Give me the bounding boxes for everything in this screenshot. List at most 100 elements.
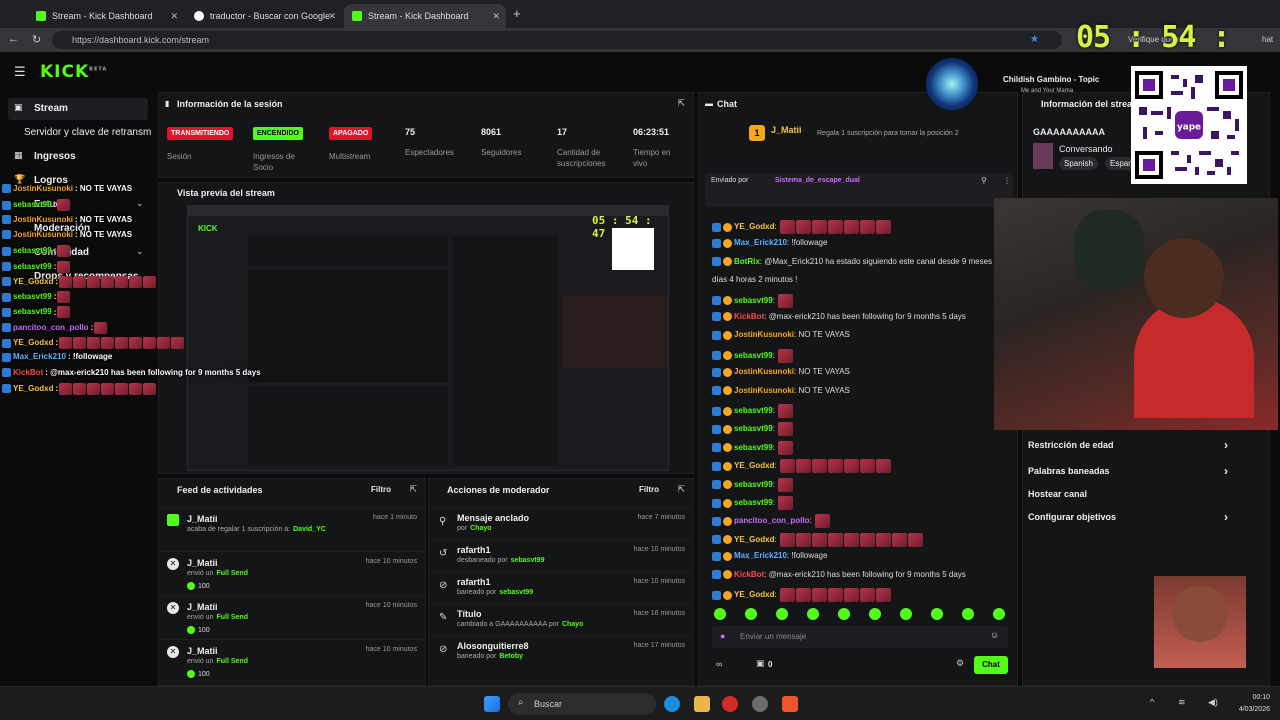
expand-icon[interactable]: ⇱ (409, 484, 417, 495)
mic-icon[interactable]: ● (720, 631, 725, 641)
emote-picker-icon[interactable] (745, 608, 757, 620)
new-tab-icon[interactable]: + (513, 6, 521, 21)
gift-icon[interactable]: ▣ (756, 658, 765, 669)
emote-picker-icon[interactable] (714, 608, 726, 620)
emote-picker-icon[interactable] (776, 608, 788, 620)
chat-username[interactable]: BotRix (734, 257, 760, 266)
chat-username[interactable]: sebasvt99 (734, 425, 773, 434)
chat-username[interactable]: YE_Godxd (734, 535, 774, 544)
emote-picker-icon[interactable] (993, 608, 1005, 620)
emote-picker-icon[interactable] (931, 608, 943, 620)
taskbar-date[interactable]: 4/03/2026 (1222, 706, 1270, 713)
chat-message[interactable]: sebasvt99: (712, 404, 794, 418)
browser-tab[interactable]: Stream - Kick Dashboard ✕ (28, 4, 184, 28)
top-gifter-name[interactable]: J_Matii (771, 125, 802, 135)
bookmark-star-icon[interactable]: ★ (1030, 34, 1039, 45)
mod-action-item[interactable]: ⊘ Alosonguitierre8 baneado por Betoby hace 1… (429, 635, 693, 667)
chat-username[interactable]: JostinKusunoki (734, 330, 794, 339)
taskbar-search[interactable]: ⌕ Buscar (508, 693, 656, 715)
sidebar-item-label[interactable]: Stream (34, 103, 68, 114)
chat-message[interactable]: KickBot: @max-erick210 has been followin… (712, 570, 966, 579)
mod-action-item[interactable]: ⊘ rafarth1 baneado por sebasvt99 hace 10 min… (429, 571, 693, 603)
expand-icon[interactable]: ⇱ (677, 484, 685, 495)
chat-username[interactable]: sebasvt99 (734, 351, 773, 360)
expand-icon[interactable]: ⇱ (677, 98, 685, 109)
more-icon[interactable]: ⋮ (1003, 176, 1011, 185)
chat-username[interactable]: YE_Godxd (734, 590, 774, 599)
emote-picker-icon[interactable] (962, 608, 974, 620)
settings-icon[interactable]: ⚙ (956, 658, 964, 669)
wifi-icon[interactable]: ≋ (1178, 697, 1186, 708)
emote-picker-icon[interactable] (900, 608, 912, 620)
opera-icon[interactable] (722, 696, 738, 712)
chat-username[interactable]: Max_Erick210 (734, 238, 787, 247)
chat-username[interactable]: JostinKusunoki (734, 367, 794, 376)
emote-picker-icon[interactable] (838, 608, 850, 620)
mod-action-item[interactable]: ⚲ Mensaje anclado por Chayo hace 7 minutos (429, 507, 693, 539)
url-field[interactable]: https://dashboard.kick.com/stream (52, 31, 1062, 49)
sidebar-item-stream[interactable] (8, 98, 148, 120)
activity-item[interactable]: ✕ J_Matii envió un Full Send 100 hace 10 minu… (159, 639, 425, 683)
chat-username[interactable]: KickBot (734, 570, 764, 579)
chat-message[interactable]: sebasvt99: (712, 440, 794, 455)
chat-username[interactable]: Max_Erick210 (734, 551, 787, 560)
chat-input[interactable]: ● Enviar un mensaje ☺ (712, 626, 1008, 648)
emoji-icon[interactable]: ☺ (990, 630, 999, 640)
chat-username[interactable]: YE_Godxd (734, 461, 774, 470)
gift-prompt[interactable]: Regala 1 suscripción para tomar la posic… (817, 130, 959, 137)
close-icon[interactable]: ✕ (170, 11, 178, 22)
browser-tab[interactable]: traductor - Buscar con Google ✕ (186, 4, 342, 28)
edge-icon[interactable] (664, 696, 680, 712)
chat-username[interactable]: sebasvt99 (734, 443, 773, 452)
chat-message[interactable]: YE_Godxd: (712, 588, 891, 602)
brave-icon[interactable] (782, 696, 798, 712)
sidebar-item-server-key[interactable]: Servidor y clave de retransm (24, 127, 151, 138)
chat-message[interactable]: BotRix: @Max_Erick210 ha estado siguiend… (712, 257, 992, 267)
activity-item[interactable]: ✕ J_Matii envió un Full Send 100 hace 10 minu… (159, 595, 425, 639)
chat-username[interactable]: sebasvt99 (734, 296, 773, 305)
sidebar-item-ingresos[interactable]: Ingresos (34, 151, 76, 162)
file-explorer-icon[interactable] (694, 696, 710, 712)
emote-picker-icon[interactable] (807, 608, 819, 620)
filter-button[interactable]: Filtro (371, 485, 391, 494)
stream-preview-video[interactable]: KICK 05 : 54 : 47 (187, 205, 669, 471)
chat-message[interactable]: JostinKusunoki: NO TE VAYAS (712, 330, 850, 340)
pinned-message[interactable]: Enviado por Sistema_de_escape_dual ⚲ ⋮ (705, 173, 1013, 207)
chat-message[interactable]: YE_Godxd: (712, 220, 891, 234)
settings-menu-item[interactable]: Hostear canal (1028, 489, 1228, 499)
settings-menu-item[interactable]: Palabras baneadas › (1028, 464, 1228, 478)
chat-message[interactable]: JostinKusunoki: NO TE VAYAS (712, 367, 850, 377)
chat-username[interactable]: sebasvt99 (734, 498, 773, 507)
chat-message[interactable]: sebasvt99: (712, 422, 794, 437)
chat-message[interactable]: días 4 horas 2 minutos ! (712, 275, 797, 284)
chat-username[interactable]: KickBot (734, 312, 764, 321)
chat-message[interactable]: sebasvt99: (712, 477, 794, 492)
activity-item[interactable]: J_Matii acaba de regalar 1 suscripción a:… (159, 507, 425, 551)
back-icon[interactable]: ← (8, 33, 19, 45)
mod-action-item[interactable]: ✎ Título cambiado a GAAAAAAAAAA por Chayo ha… (429, 603, 693, 635)
chevron-down-icon[interactable]: ⌄ (136, 246, 144, 257)
hamburger-menu-icon[interactable]: ☰ (14, 64, 26, 80)
chat-message[interactable]: sebasvt99: (712, 496, 794, 510)
chat-message[interactable]: Max_Erick210: !followage (712, 238, 827, 248)
chat-message[interactable]: sebasvt99: (712, 293, 794, 308)
chat-message[interactable]: JostinKusunoki: NO TE VAYAS (712, 386, 850, 395)
chat-message[interactable]: sebasvt99: (712, 348, 794, 363)
volume-icon[interactable]: ◀) (1208, 697, 1218, 708)
chevron-down-icon[interactable]: ⌄ (136, 198, 144, 209)
chat-username[interactable]: JostinKusunoki (734, 386, 794, 395)
chat-username[interactable]: pancitoo_con_pollo (734, 517, 810, 526)
browser-tab-active[interactable]: Stream - Kick Dashboard ✕ (344, 4, 506, 28)
mod-action-item[interactable]: ↺ rafarth1 desbaneado por sebasvt99 hace 10 … (429, 539, 693, 571)
send-chat-button[interactable]: Chat (974, 656, 1008, 674)
tray-chevron-icon[interactable]: ^ (1150, 697, 1154, 707)
chat-username[interactable]: YE_Godxd (734, 222, 774, 231)
close-icon[interactable]: ✕ (492, 11, 500, 22)
chat-message[interactable]: pancitoo_con_pollo: (712, 514, 831, 529)
taskbar-time[interactable]: 00:10 (1232, 694, 1270, 701)
filter-button[interactable]: Filtro (639, 485, 659, 494)
chat-username[interactable]: sebasvt99 (734, 406, 773, 415)
settings-menu-item[interactable]: Configurar objetivos › (1028, 510, 1228, 524)
chat-username[interactable]: sebasvt99 (734, 480, 773, 489)
activity-item[interactable]: ✕ J_Matii envió un Full Send 100 hace 10 minu… (159, 551, 425, 595)
